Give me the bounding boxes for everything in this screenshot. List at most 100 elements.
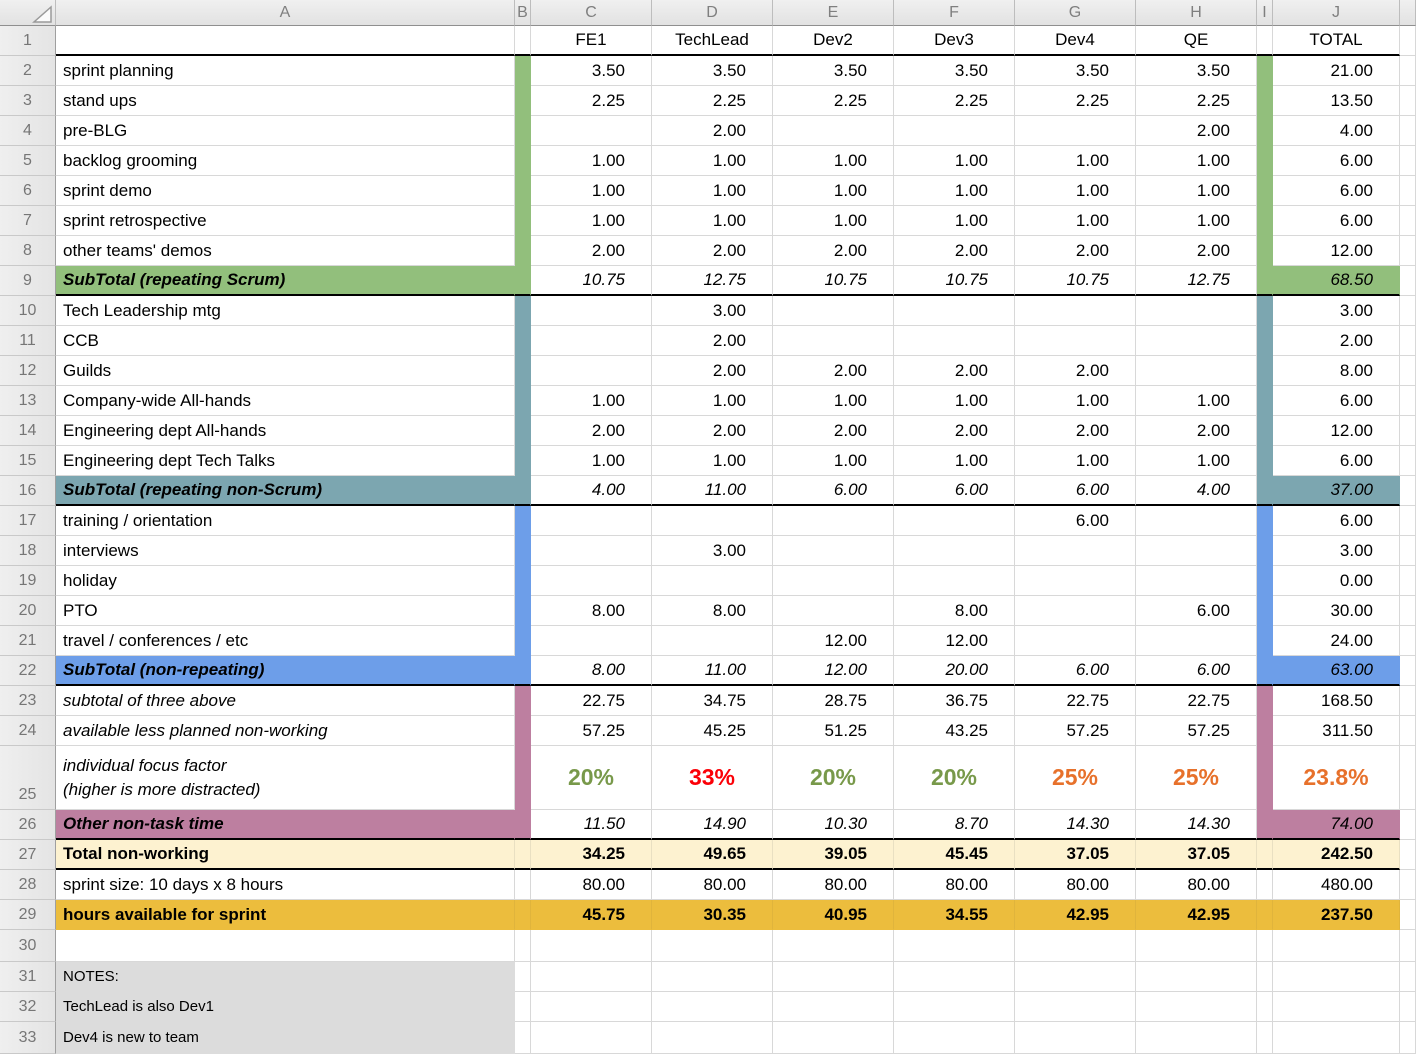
cell-E4[interactable] [773,116,894,146]
cell-H11[interactable] [1136,326,1257,356]
cell-I26[interactable] [1257,810,1273,840]
cell-E23[interactable]: 28.75 [773,686,894,716]
cell-G33[interactable] [1015,1022,1136,1054]
cell-E5[interactable]: 1.00 [773,146,894,176]
cell-J32[interactable] [1273,992,1400,1022]
cell-G22[interactable]: 6.00 [1015,656,1136,686]
cell-A7[interactable]: sprint retrospective [56,206,515,236]
cell-A20[interactable]: PTO [56,596,515,626]
cell-A14[interactable]: Engineering dept All-hands [56,416,515,446]
cell-J10[interactable]: 3.00 [1273,296,1400,326]
cell-I6[interactable] [1257,176,1273,206]
cell-E10[interactable] [773,296,894,326]
column-header-B[interactable]: B [515,0,531,26]
cell-H13[interactable]: 1.00 [1136,386,1257,416]
cell-B10[interactable] [515,296,531,326]
cell-D31[interactable] [652,962,773,992]
cell-overflow-8[interactable] [1400,236,1416,266]
cell-overflow-22[interactable] [1400,656,1416,686]
cell-I27[interactable] [1257,840,1273,870]
cell-I2[interactable] [1257,56,1273,86]
cell-overflow-23[interactable] [1400,686,1416,716]
cell-G5[interactable]: 1.00 [1015,146,1136,176]
row-header-24[interactable]: 24 [0,716,56,746]
cell-H6[interactable]: 1.00 [1136,176,1257,206]
cell-B2[interactable] [515,56,531,86]
cell-H33[interactable] [1136,1022,1257,1054]
cell-A32[interactable]: TechLead is also Dev1 [56,992,515,1022]
cell-A33[interactable]: Dev4 is new to team [56,1022,515,1054]
cell-H18[interactable] [1136,536,1257,566]
cell-A23[interactable]: subtotal of three above [56,686,515,716]
cell-F12[interactable]: 2.00 [894,356,1015,386]
cell-B22[interactable] [515,656,531,686]
cell-overflow-32[interactable] [1400,992,1416,1022]
cell-A25[interactable]: individual focus factor(higher is more d… [56,746,515,810]
cell-F30[interactable] [894,930,1015,962]
cell-E28[interactable]: 80.00 [773,870,894,900]
cell-D8[interactable]: 2.00 [652,236,773,266]
cell-C20[interactable]: 8.00 [531,596,652,626]
cell-F10[interactable] [894,296,1015,326]
cell-C11[interactable] [531,326,652,356]
cell-D4[interactable]: 2.00 [652,116,773,146]
row-header-2[interactable]: 2 [0,56,56,86]
column-header-E[interactable]: E [773,0,894,26]
row-header-25[interactable]: 25 [0,746,56,810]
cell-E32[interactable] [773,992,894,1022]
cell-overflow-13[interactable] [1400,386,1416,416]
cell-D22[interactable]: 11.00 [652,656,773,686]
cell-A1[interactable] [56,26,515,56]
cell-J13[interactable]: 6.00 [1273,386,1400,416]
cell-B23[interactable] [515,686,531,716]
cell-F32[interactable] [894,992,1015,1022]
cell-I10[interactable] [1257,296,1273,326]
cell-D30[interactable] [652,930,773,962]
cell-overflow-31[interactable] [1400,962,1416,992]
cell-G12[interactable]: 2.00 [1015,356,1136,386]
cell-C7[interactable]: 1.00 [531,206,652,236]
cell-overflow-2[interactable] [1400,56,1416,86]
cell-A26[interactable]: Other non-task time [56,810,515,840]
cell-F6[interactable]: 1.00 [894,176,1015,206]
cell-B4[interactable] [515,116,531,146]
cell-H17[interactable] [1136,506,1257,536]
cell-I19[interactable] [1257,566,1273,596]
cell-A19[interactable]: holiday [56,566,515,596]
cell-D15[interactable]: 1.00 [652,446,773,476]
cell-B28[interactable] [515,870,531,900]
cell-D1[interactable]: TechLead [652,26,773,56]
cell-E18[interactable] [773,536,894,566]
cell-G16[interactable]: 6.00 [1015,476,1136,506]
cell-G25[interactable]: 25% [1015,746,1136,810]
cell-B33[interactable] [515,1022,531,1054]
cell-H4[interactable]: 2.00 [1136,116,1257,146]
cell-F8[interactable]: 2.00 [894,236,1015,266]
cell-F26[interactable]: 8.70 [894,810,1015,840]
cell-D28[interactable]: 80.00 [652,870,773,900]
column-header-C[interactable]: C [531,0,652,26]
cell-C33[interactable] [531,1022,652,1054]
row-header-14[interactable]: 14 [0,416,56,446]
cell-overflow-28[interactable] [1400,870,1416,900]
cell-B27[interactable] [515,840,531,870]
cell-A4[interactable]: pre-BLG [56,116,515,146]
cell-D10[interactable]: 3.00 [652,296,773,326]
cell-I8[interactable] [1257,236,1273,266]
cell-C1[interactable]: FE1 [531,26,652,56]
cell-G32[interactable] [1015,992,1136,1022]
cell-overflow-14[interactable] [1400,416,1416,446]
cell-D27[interactable]: 49.65 [652,840,773,870]
column-header-G[interactable]: G [1015,0,1136,26]
cell-H14[interactable]: 2.00 [1136,416,1257,446]
cell-B6[interactable] [515,176,531,206]
cell-A21[interactable]: travel / conferences / etc [56,626,515,656]
cell-B12[interactable] [515,356,531,386]
cell-H28[interactable]: 80.00 [1136,870,1257,900]
cell-G30[interactable] [1015,930,1136,962]
cell-C2[interactable]: 3.50 [531,56,652,86]
cell-J15[interactable]: 6.00 [1273,446,1400,476]
cell-H8[interactable]: 2.00 [1136,236,1257,266]
row-header-27[interactable]: 27 [0,840,56,870]
row-header-8[interactable]: 8 [0,236,56,266]
